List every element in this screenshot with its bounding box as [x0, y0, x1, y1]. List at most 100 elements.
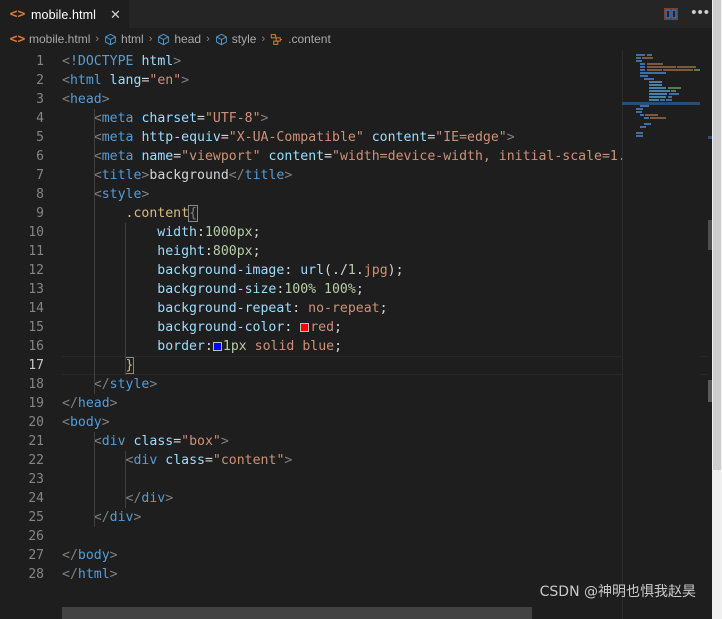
code-line[interactable]: 23 [0, 470, 722, 489]
minimap-line [642, 57, 653, 59]
code-line[interactable]: 25 </div> [0, 508, 722, 527]
code-line[interactable]: 3 <head> [0, 90, 722, 109]
symbol-cube-icon [104, 33, 117, 46]
line-number: 5 [36, 130, 44, 145]
minimap-line [646, 63, 664, 65]
code-line[interactable]: 14 background-repeat: no-repeat; [0, 299, 722, 318]
horizontal-scrollbar-thumb[interactable] [62, 607, 532, 619]
breadcrumb-item-content[interactable]: .content [270, 32, 331, 46]
line-content[interactable]: <meta http-equiv="X-UA-Compatible" conte… [62, 128, 515, 147]
minimap-line [663, 69, 693, 71]
breadcrumb-separator: › [95, 33, 100, 45]
line-content[interactable]: <style> [62, 185, 150, 204]
minimap-line [636, 57, 642, 59]
line-content[interactable]: background-color: red; [62, 318, 342, 337]
code-line[interactable]: 10 width:1000px; [0, 223, 722, 242]
minimap-line [649, 117, 667, 119]
line-content[interactable]: background-size:100% 100%; [62, 280, 363, 299]
indent-guide [125, 451, 127, 508]
code-line[interactable]: 9 .content{ [0, 204, 722, 223]
line-content[interactable]: </style> [62, 375, 158, 394]
line-content[interactable]: background-image: url(./1.jpg); [62, 261, 403, 280]
code-line[interactable]: 16 border: 1px solid blue; [0, 337, 722, 356]
line-content[interactable]: <head> [62, 90, 110, 109]
code-line[interactable]: 12 background-image: url(./1.jpg); [0, 261, 722, 280]
line-number: 26 [28, 529, 44, 544]
page-scrollbar-thumb[interactable] [713, 0, 721, 470]
minimap-line [693, 69, 700, 71]
line-content[interactable]: border: 1px solid blue; [62, 337, 342, 356]
split-editor-icon[interactable] [663, 6, 679, 22]
breadcrumb-item-html[interactable]: html [104, 32, 144, 46]
code-line[interactable]: 11 height:800px; [0, 242, 722, 261]
minimap-line [640, 72, 667, 74]
line-number: 17 [28, 358, 44, 373]
minimap-line [646, 54, 652, 56]
color-swatch[interactable] [212, 342, 222, 351]
breadcrumb-label: mobile.html [29, 32, 91, 46]
page-scrollbar[interactable] [712, 0, 722, 619]
line-content[interactable]: .content{ [62, 204, 199, 223]
line-content[interactable]: <html lang="en"> [62, 71, 189, 90]
code-lines-container[interactable]: 1 <!DOCTYPE html> 2 <html lang="en"> 3 <head>… [0, 50, 722, 619]
code-line[interactable]: 4 <meta charset="UTF-8"> [0, 109, 722, 128]
code-line[interactable]: 21 <div class="box"> [0, 432, 722, 451]
more-actions-icon[interactable]: ••• [691, 5, 710, 24]
code-line[interactable]: 6 <meta name="viewport" content="width=d… [0, 147, 722, 166]
breadcrumb-item-style[interactable]: style [215, 32, 256, 46]
code-line[interactable]: 18 </style> [0, 375, 722, 394]
color-swatch[interactable] [300, 323, 310, 332]
code-minimap[interactable] [622, 50, 700, 619]
close-icon[interactable]: ✕ [110, 8, 121, 21]
line-number: 13 [28, 282, 44, 297]
minimap-line [636, 135, 644, 137]
line-number: 15 [28, 320, 44, 335]
breadcrumb-separator: › [148, 33, 153, 45]
code-line[interactable]: 2 <html lang="en"> [0, 71, 722, 90]
code-line[interactable]: 27 </body> [0, 546, 722, 565]
tab-label: mobile.html [31, 7, 97, 22]
line-content[interactable]: </body> [62, 546, 118, 565]
code-line[interactable]: 22 <div class="content"> [0, 451, 722, 470]
code-line[interactable]: 17 } [0, 356, 722, 375]
code-line[interactable]: 24 </div> [0, 489, 722, 508]
minimap-line [660, 99, 666, 101]
line-content[interactable]: </div> [62, 508, 142, 527]
line-content[interactable]: } [62, 356, 135, 375]
line-number: 21 [28, 434, 44, 449]
line-content[interactable]: </div> [62, 489, 174, 508]
minimap-line [670, 90, 676, 92]
code-line[interactable]: 20 <body> [0, 413, 722, 432]
line-content[interactable]: <div class="box"> [62, 432, 229, 451]
code-line[interactable]: 8 <style> [0, 185, 722, 204]
breadcrumb-item-file[interactable]: <> mobile.html [10, 32, 91, 47]
line-number: 8 [36, 187, 44, 202]
line-content[interactable]: <div class="content"> [62, 451, 293, 470]
code-line[interactable]: 26 [0, 527, 722, 546]
line-content[interactable]: width:1000px; [62, 223, 260, 242]
minimap-line [648, 99, 660, 101]
code-editor[interactable]: 1 <!DOCTYPE html> 2 <html lang="en"> 3 <head>… [0, 50, 722, 619]
editor-horizontal-scrollbar[interactable] [62, 607, 722, 619]
line-content[interactable]: </head> [62, 394, 118, 413]
code-line[interactable]: 19 </head> [0, 394, 722, 413]
line-content[interactable]: <!DOCTYPE html> [62, 52, 181, 71]
line-content[interactable]: <body> [62, 413, 110, 432]
line-content[interactable]: <meta name="viewport" content="width=dev… [62, 147, 650, 166]
line-content[interactable]: <title>background</title> [62, 166, 293, 185]
tab-mobile-html[interactable]: <> mobile.html ✕ [0, 0, 129, 28]
code-line[interactable]: 28 </html> [0, 565, 722, 584]
breadcrumb-item-head[interactable]: head [157, 32, 201, 46]
symbol-cube-icon [215, 33, 228, 46]
minimap-line [640, 63, 646, 65]
minimap-line [648, 96, 667, 98]
code-line[interactable]: 7 <title>background</title> [0, 166, 722, 185]
code-line[interactable]: 5 <meta http-equiv="X-UA-Compatible" con… [0, 128, 722, 147]
code-line[interactable]: 15 background-color: red; [0, 318, 722, 337]
editor-tab-bar: <> mobile.html ✕ ••• [0, 0, 722, 28]
line-content[interactable]: </html> [62, 565, 118, 584]
code-line[interactable]: 13 background-size:100% 100%; [0, 280, 722, 299]
line-content[interactable]: height:800px; [62, 242, 260, 261]
line-content[interactable]: background-repeat: no-repeat; [62, 299, 387, 318]
code-line[interactable]: 1 <!DOCTYPE html> [0, 52, 722, 71]
